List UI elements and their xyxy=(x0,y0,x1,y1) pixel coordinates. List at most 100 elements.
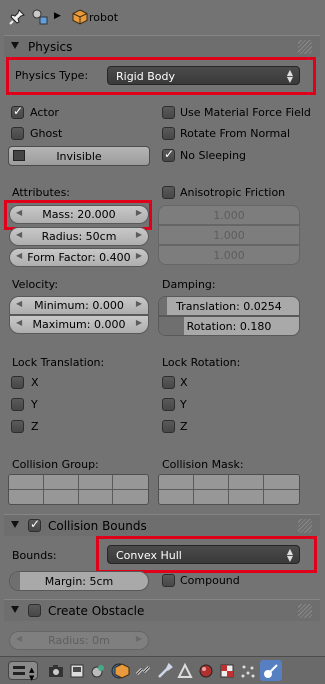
layer-cell[interactable] xyxy=(113,490,148,505)
editor-type-menu[interactable]: ▲ ▼ xyxy=(8,661,38,682)
rotate-from-normal-checkbox[interactable] xyxy=(162,127,175,140)
velocity-max-field[interactable]: ◀ Maximum: 0.000 ▶ xyxy=(9,315,149,334)
data-icon[interactable] xyxy=(176,662,194,680)
collision-bounds-panel-header[interactable]: Collision Bounds xyxy=(4,514,320,536)
increment-arrow-icon[interactable]: ▶ xyxy=(136,230,142,239)
layer-cell[interactable] xyxy=(79,489,114,504)
use-material-force-field-checkbox[interactable] xyxy=(162,106,175,119)
chevron-down-icon: ▲ ▼ xyxy=(29,666,35,682)
create-obstacle-checkbox[interactable] xyxy=(28,604,41,617)
material-icon[interactable] xyxy=(197,662,215,680)
physics-panel-title: Physics xyxy=(28,40,73,54)
create-obstacle-title: Create Obstacle xyxy=(48,604,145,618)
lock-rotation-x-checkbox[interactable] xyxy=(162,376,175,389)
breadcrumb-object-name: robot xyxy=(89,11,119,24)
physics-type-value: Rigid Body xyxy=(116,70,175,83)
texture-icon[interactable] xyxy=(218,662,236,680)
actor-label: Actor xyxy=(30,106,59,119)
bounds-dropdown[interactable]: Convex Hull ▲ ▼ xyxy=(107,545,300,564)
no-sleeping-checkbox[interactable] xyxy=(162,147,175,162)
decrement-arrow-icon: ◀ xyxy=(16,634,23,643)
margin-slider[interactable]: Margin: 5cm xyxy=(9,571,149,591)
layer-cell[interactable] xyxy=(229,475,264,490)
scene-icon[interactable] xyxy=(89,662,107,680)
collision-bounds-title: Collision Bounds xyxy=(48,519,147,533)
collision-bounds-checkbox[interactable] xyxy=(28,517,41,532)
collision-mask-label: Collision Mask: xyxy=(162,458,244,471)
collapse-triangle-icon[interactable] xyxy=(11,42,19,49)
drag-grip-icon[interactable] xyxy=(298,604,312,618)
collapse-triangle-icon[interactable] xyxy=(11,606,19,613)
slider-fill xyxy=(10,572,20,590)
damping-rotation-slider[interactable]: Rotation: 0.180 xyxy=(158,316,300,336)
rotate-from-normal-label: Rotate From Normal xyxy=(180,127,291,140)
decrement-arrow-icon[interactable]: ◀ xyxy=(16,299,22,308)
layer-cell[interactable] xyxy=(159,475,194,490)
damping-label: Damping: xyxy=(162,278,216,291)
physics-panel-header[interactable]: Physics xyxy=(4,35,320,57)
lock-rotation-y-checkbox[interactable] xyxy=(162,398,175,411)
anisotropic-friction-checkbox[interactable] xyxy=(162,186,175,199)
layer-cell[interactable] xyxy=(159,489,194,504)
decrement-arrow-icon[interactable]: ◀ xyxy=(16,230,22,239)
radius-field[interactable]: ◀ Radius: 50cm ▶ xyxy=(9,227,149,246)
physics-type-dropdown[interactable]: Rigid Body ▲ ▼ xyxy=(107,66,300,85)
aniso-z-field: 1.000 xyxy=(158,245,300,265)
lock-translation-z-label: Z xyxy=(31,420,39,433)
drag-grip-icon[interactable] xyxy=(298,40,312,54)
pin-icon[interactable] xyxy=(9,9,25,25)
layer-cell[interactable] xyxy=(194,489,229,504)
velocity-min-field[interactable]: ◀ Minimum: 0.000 ▶ xyxy=(9,296,149,315)
layer-cell[interactable] xyxy=(229,489,264,504)
increment-arrow-icon[interactable]: ▶ xyxy=(136,208,142,217)
constraints-icon[interactable] xyxy=(134,662,152,680)
lock-translation-y-checkbox[interactable] xyxy=(11,398,24,411)
layer-cell[interactable] xyxy=(264,475,299,490)
layer-cell[interactable] xyxy=(44,489,79,504)
render-layers-icon[interactable] xyxy=(68,662,86,680)
collision-mask-grid[interactable] xyxy=(158,474,300,505)
layer-cell[interactable] xyxy=(43,475,79,490)
aniso-z-value: 1.000 xyxy=(213,249,245,262)
slider-fill xyxy=(159,297,167,315)
increment-arrow-icon[interactable]: ▶ xyxy=(136,318,142,327)
layer-cell[interactable] xyxy=(9,475,44,490)
physics-icon xyxy=(264,664,278,678)
lock-translation-z-checkbox[interactable] xyxy=(11,420,24,433)
ghost-checkbox[interactable] xyxy=(11,127,24,140)
compound-checkbox[interactable] xyxy=(162,574,175,587)
actor-checkbox[interactable] xyxy=(11,104,24,119)
form-factor-field[interactable]: ◀ Form Factor: 0.400 ▶ xyxy=(9,248,149,267)
properties-editor-icon xyxy=(13,666,25,669)
layer-cell[interactable] xyxy=(113,475,148,490)
render-icon[interactable] xyxy=(47,662,65,680)
velocity-min-value: Minimum: 0.000 xyxy=(34,299,124,312)
lock-translation-x-checkbox[interactable] xyxy=(11,376,24,389)
drag-grip-icon[interactable] xyxy=(298,519,312,533)
increment-arrow-icon[interactable]: ▶ xyxy=(136,251,142,260)
decrement-arrow-icon[interactable]: ◀ xyxy=(16,251,22,260)
layer-cell[interactable] xyxy=(9,489,44,504)
increment-arrow-icon: ▶ xyxy=(135,634,142,643)
mass-field[interactable]: ◀ Mass: 20.000 ▶ xyxy=(9,205,149,224)
particles-icon[interactable] xyxy=(239,662,257,680)
lock-translation-y-label: Y xyxy=(31,398,38,411)
decrement-arrow-icon[interactable]: ◀ xyxy=(16,318,22,327)
invisible-button[interactable]: Invisible xyxy=(8,146,150,166)
modifiers-icon[interactable] xyxy=(155,662,173,680)
radius-value: Radius: 50cm xyxy=(41,230,117,243)
collision-group-grid[interactable] xyxy=(8,474,149,505)
invisible-label: Invisible xyxy=(56,150,102,163)
object-icon[interactable] xyxy=(113,662,131,680)
physics-tab-active[interactable] xyxy=(260,660,282,681)
damping-translation-slider[interactable]: Translation: 0.0254 xyxy=(158,296,300,316)
layer-cell[interactable] xyxy=(264,490,299,505)
lock-rotation-z-checkbox[interactable] xyxy=(162,420,175,433)
decrement-arrow-icon[interactable]: ◀ xyxy=(16,208,22,217)
collapse-triangle-icon[interactable] xyxy=(11,521,19,528)
layer-cell[interactable] xyxy=(194,475,229,490)
increment-arrow-icon[interactable]: ▶ xyxy=(136,299,142,308)
velocity-max-value: Maximum: 0.000 xyxy=(32,318,126,331)
create-obstacle-panel-header[interactable]: Create Obstacle xyxy=(4,599,320,621)
layer-cell[interactable] xyxy=(78,475,114,490)
